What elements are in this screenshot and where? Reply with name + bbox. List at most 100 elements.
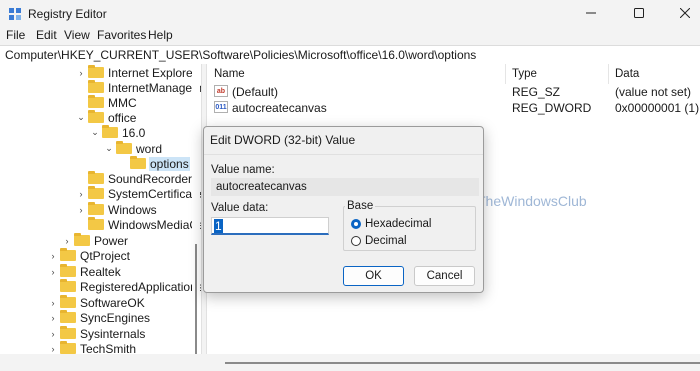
cancel-button[interactable]: Cancel [414,266,475,286]
column-divider[interactable] [608,64,609,84]
value-data-text: 1 [214,219,223,233]
value-type: REG_SZ [512,85,561,99]
cancel-button-label: Cancel [426,270,463,282]
menu-view[interactable]: View [64,28,90,42]
tree-item[interactable]: SoundRecorder [76,171,193,186]
column-header-type[interactable]: Type [512,68,537,80]
list-horizontal-scrollbar[interactable] [225,362,700,364]
tree-item[interactable]: WindowsMediaCe [76,217,201,232]
close-button[interactable] [670,4,700,24]
tree-item[interactable]: ⌄ office [76,110,137,125]
tree-item[interactable]: › TechSmith [48,341,137,354]
expander-icon[interactable]: › [76,188,86,200]
edit-dword-dialog: Edit DWORD (32-bit) Value Value name: au… [203,126,484,293]
tree-item[interactable]: › SoftwareOK [48,295,146,310]
folder-icon [88,217,104,230]
ok-button[interactable]: OK [343,266,404,286]
tree-item[interactable]: › Windows [76,202,158,217]
tree-item[interactable]: ⌄ word [104,141,163,156]
menu-edit[interactable]: Edit [36,28,57,42]
expander-icon[interactable]: › [48,328,58,340]
watermark-text: TheWindowsClub [477,193,587,209]
value-name-label: Value name: [211,164,275,176]
folder-icon [60,279,76,292]
expander-icon[interactable]: › [76,204,86,216]
value-row[interactable]: 011 autocreatecanvas REG_DWORD 0x0000000… [207,100,700,115]
menu-help[interactable]: Help [148,28,173,42]
tree-item[interactable]: › Power [62,233,129,248]
folder-icon [60,310,76,323]
tree-item-label: Power [94,233,129,248]
expander-icon[interactable]: › [48,250,58,262]
tree-item[interactable]: RegisteredApplications [48,279,201,294]
tree-item[interactable]: MMC [76,95,138,110]
folder-icon [60,264,76,277]
tree-item[interactable]: › Realtek [48,264,122,279]
hexadecimal-radio[interactable]: Hexadecimal [351,218,431,230]
expander-icon [48,281,58,293]
dword-value-icon: 011 [214,101,228,113]
folder-icon [88,80,104,93]
address-bar[interactable]: Computer\HKEY_CURRENT_USER\Software\Poli… [0,45,700,65]
column-header-data[interactable]: Data [615,68,639,80]
expander-icon[interactable]: ⌄ [90,127,100,139]
window-title: Registry Editor [28,7,107,21]
string-value-icon: ab [214,85,228,97]
tree-scrollbar-thumb[interactable] [195,244,197,362]
decimal-radio[interactable]: Decimal [351,235,407,247]
key-tree[interactable]: › Internet Explorer InternetManagem MMC … [0,64,201,354]
expander-icon [76,97,86,109]
tree-item[interactable]: › Internet Explorer [76,65,198,80]
folder-icon [88,202,104,215]
menu-favorites[interactable]: Favorites [97,28,146,42]
tree-item-label: WindowsMediaCe [108,217,201,232]
maximize-button[interactable] [624,4,654,24]
expander-icon [118,158,128,170]
expander-icon [76,173,86,185]
value-data-input[interactable]: 1 [211,217,329,235]
expander-icon[interactable]: › [76,67,86,79]
folder-icon [60,248,76,261]
expander-icon[interactable]: ⌄ [104,143,114,155]
tree-item[interactable]: › QtProject [48,248,131,263]
tree-item[interactable]: ⌄ 16.0 [90,125,146,140]
hexadecimal-label: Hexadecimal [365,218,432,230]
ok-button-label: OK [365,270,382,282]
folder-icon [88,171,104,184]
folder-icon [60,295,76,308]
value-name: (Default) [232,85,279,99]
tree-item-label: SystemCertificates [108,186,201,201]
folder-icon [88,65,104,78]
expander-icon[interactable]: › [48,343,58,355]
tree-item[interactable]: InternetManagem [76,80,201,95]
value-name-field: autocreatecanvas [211,178,479,196]
tree-item[interactable]: › Sysinternals [48,326,146,341]
expander-icon[interactable]: › [48,266,58,278]
value-row[interactable]: ab (Default) REG_SZ (value not set) [207,84,700,99]
tree-item[interactable]: › SyncEngines [48,310,151,325]
expander-icon[interactable]: › [62,235,72,247]
column-divider[interactable] [505,64,506,84]
minimize-button[interactable] [576,4,606,24]
value-data: (value not set) [615,85,692,99]
column-header-name[interactable]: Name [214,68,245,80]
maximize-icon [634,7,644,21]
menu-file[interactable]: File [6,28,25,42]
tree-item[interactable]: › SystemCertificates [76,186,201,201]
tree-item-label: Realtek [80,264,121,279]
close-icon [679,7,691,21]
tree-item-label: TechSmith [80,341,137,355]
expander-icon[interactable]: ⌄ [76,112,86,124]
expander-icon[interactable]: › [48,297,58,309]
tree-item-selected[interactable]: options [118,156,190,171]
tree-item-label: SyncEngines [80,310,151,325]
expander-icon[interactable]: › [48,312,58,324]
menu-bar: File Edit View Favorites Help [0,28,700,45]
tree-scrollbar[interactable] [192,64,200,362]
tree-item-label: Windows [108,202,157,217]
tree-item-label: office [108,110,137,125]
dialog-title: Edit DWORD (32-bit) Value [210,133,356,147]
title-bar: Registry Editor [0,0,700,28]
tree-item-label: SoftwareOK [80,295,145,310]
tree-item-label: MMC [108,95,137,110]
